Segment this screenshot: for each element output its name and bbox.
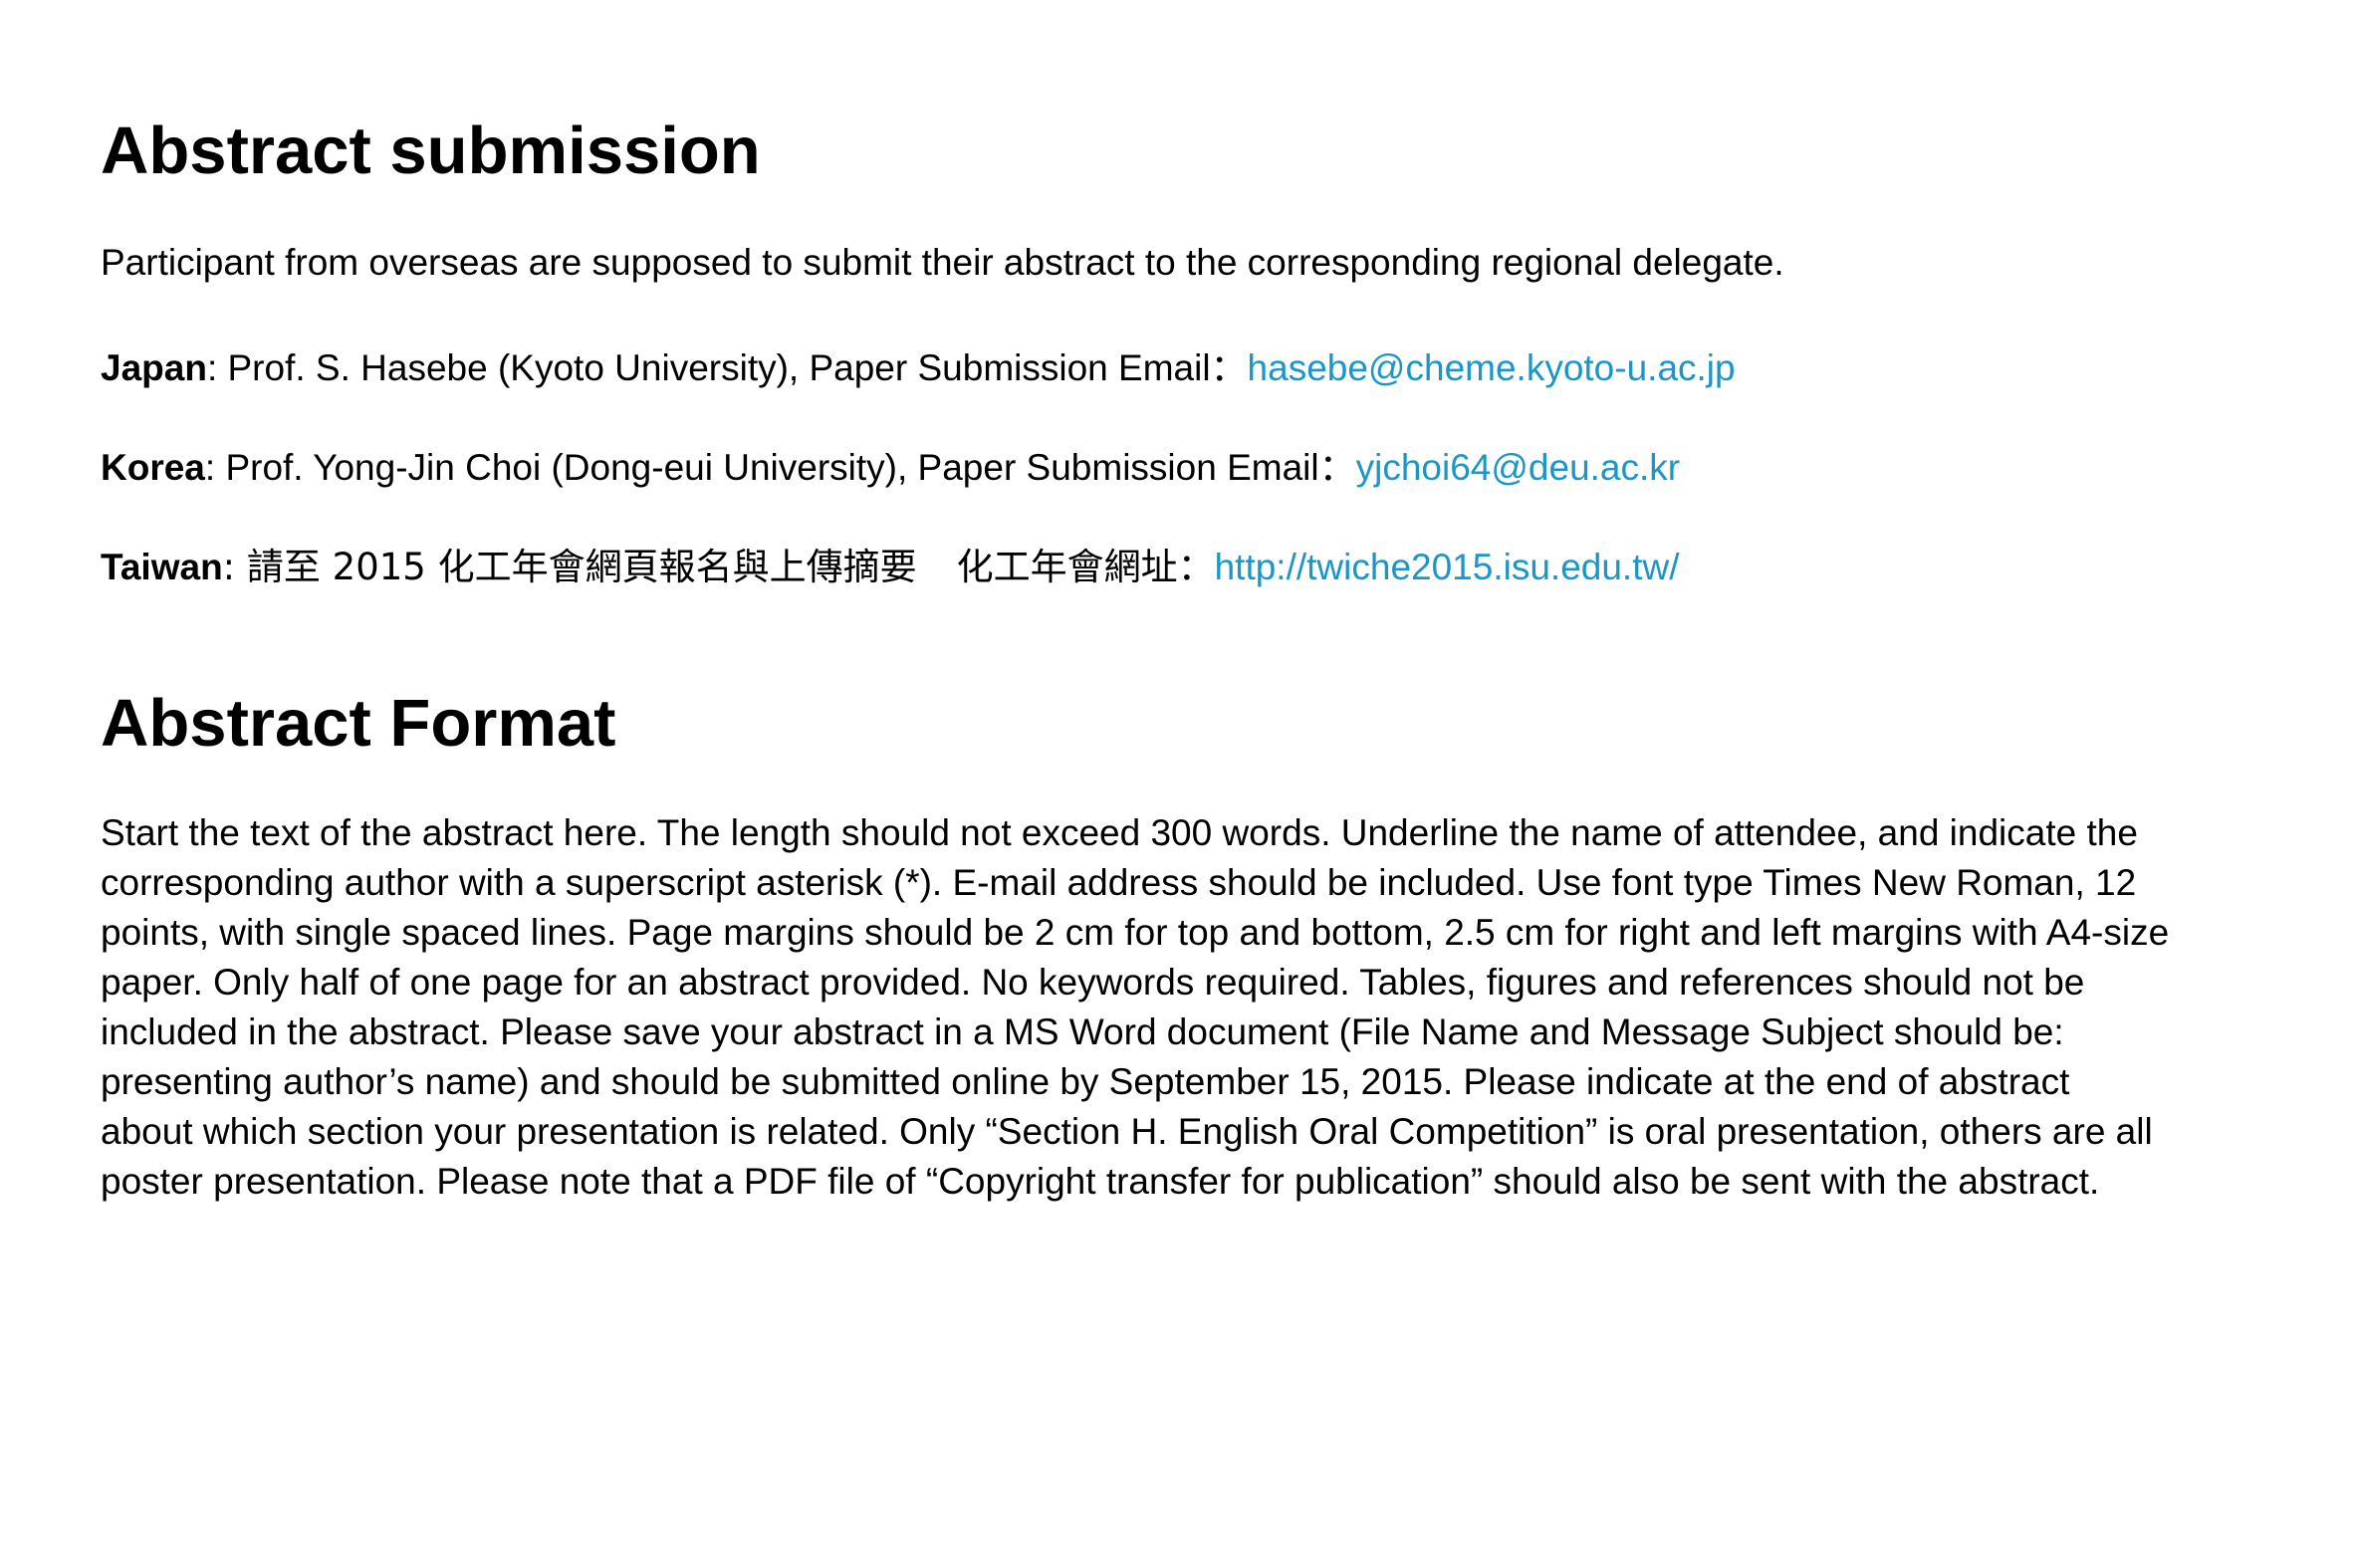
abstract-format-heading: Abstract Format bbox=[101, 686, 616, 761]
contact-korea-text: : Prof. Yong-Jin Choi (Dong-eui Universi… bbox=[204, 447, 1356, 488]
contact-japan-text: : Prof. S. Hasebe (Kyoto University), Pa… bbox=[206, 347, 1248, 388]
website-link-taiwan[interactable]: http://twiche2015.isu.edu.tw/ bbox=[1215, 547, 1680, 587]
format-line: corresponding author with a superscript … bbox=[101, 862, 2137, 903]
email-link-japan[interactable]: hasebe@cheme.kyoto-u.ac.jp bbox=[1248, 347, 1736, 388]
region-label-korea: Korea bbox=[101, 447, 205, 488]
format-line: Start the text of the abstract here. The… bbox=[101, 812, 2138, 853]
region-label-taiwan: Taiwan bbox=[101, 547, 223, 587]
submission-intro-text: Participant from overseas are supposed t… bbox=[101, 242, 1784, 283]
abstract-submission-heading: Abstract submission bbox=[101, 113, 761, 188]
contact-taiwan-text: : 請至 2015 化工年會網頁報名與上傳摘要 bbox=[222, 546, 917, 588]
abstract-format-body: Start the text of the abstract here. The… bbox=[101, 808, 2321, 1207]
contact-taiwan-site-label: 化工年會網址： bbox=[956, 546, 1215, 588]
format-line: presenting author’s name) and should be … bbox=[101, 1061, 2070, 1102]
email-link-korea[interactable]: yjchoi64@deu.ac.kr bbox=[1356, 447, 1681, 488]
format-line: about which section your presentation is… bbox=[101, 1111, 2153, 1152]
contact-korea: Korea: Prof. Yong-Jin Choi (Dong-eui Uni… bbox=[101, 446, 1680, 490]
format-line: points, with single spaced lines. Page m… bbox=[101, 912, 2170, 953]
region-label-japan: Japan bbox=[101, 347, 207, 388]
contact-japan: Japan: Prof. S. Hasebe (Kyoto University… bbox=[101, 346, 1736, 390]
format-line: paper. Only half of one page for an abst… bbox=[101, 962, 2085, 1003]
format-line: poster presentation. Please note that a … bbox=[101, 1161, 2100, 1202]
format-line: included in the abstract. Please save yo… bbox=[101, 1011, 2064, 1052]
contact-taiwan: Taiwan: 請至 2015 化工年會網頁報名與上傳摘要 化工年會網址：http… bbox=[101, 546, 1679, 589]
